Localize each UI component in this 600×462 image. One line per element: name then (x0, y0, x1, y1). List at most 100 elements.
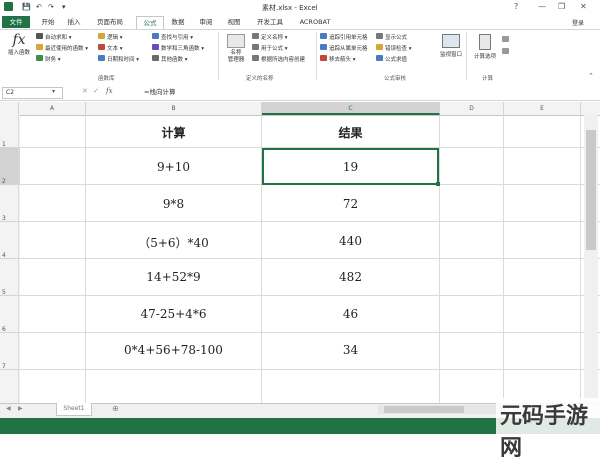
sign-in-link[interactable]: 登录 (572, 18, 584, 27)
column-header-d[interactable]: D (440, 102, 504, 115)
tab-file[interactable]: 文件 (2, 16, 30, 28)
gridline (439, 115, 440, 403)
cell-b7[interactable]: 0*4+56+78-100 (86, 343, 261, 357)
lookup-button[interactable]: 查找与引用 ▾ (161, 33, 193, 41)
quick-access-icon[interactable]: ▾ (62, 3, 66, 11)
row-header-8[interactable] (0, 370, 20, 404)
tab-data[interactable]: 数据 (166, 16, 190, 28)
column-header-b[interactable]: B (86, 102, 262, 115)
logical-button[interactable]: 逻辑 ▾ (107, 33, 123, 41)
name-manager-icon (227, 34, 245, 48)
remove-arrows-button[interactable]: 移去箭头 ▾ (329, 55, 356, 63)
select-all-button[interactable] (0, 102, 19, 115)
sheet-tab-sheet1[interactable]: Sheet1 (56, 403, 92, 416)
minimize-button[interactable]: — (538, 2, 546, 11)
cell-c3[interactable]: 72 (262, 197, 439, 211)
row-header-3[interactable]: 3 (0, 185, 20, 222)
function-icon: fx (12, 32, 26, 48)
insert-function-label: 插入函数 (7, 50, 30, 56)
tab-review[interactable]: 审阅 (194, 16, 218, 28)
row-header-7[interactable]: 7 (0, 333, 20, 370)
error-checking-button[interactable]: 错误检查 ▾ (385, 44, 412, 52)
calc-now-icon[interactable] (502, 36, 509, 42)
remove-arrows-icon (320, 55, 327, 61)
calc-options-button[interactable]: 计算选项 (470, 32, 500, 72)
next-sheet-icon[interactable]: ▶ (18, 405, 23, 412)
show-formulas-button[interactable]: 显示公式 (385, 33, 407, 41)
save-icon[interactable]: 💾 (22, 3, 31, 11)
window-title: 素材.xlsx - Excel (262, 4, 318, 12)
cell-c6[interactable]: 46 (262, 307, 439, 321)
help-icon[interactable]: ? (514, 2, 518, 11)
row-header-2[interactable]: 2 (0, 148, 20, 185)
calc-sheet-icon[interactable] (502, 48, 509, 54)
cell-c5[interactable]: 482 (262, 270, 439, 284)
enter-icon[interactable]: ✓ (93, 87, 99, 95)
show-formulas-icon (376, 33, 383, 39)
cell-b6[interactable]: 47-25+4*6 (86, 307, 261, 321)
column-header-a[interactable]: A (19, 102, 86, 115)
create-from-selection-button[interactable]: 根据所选内容创建 (261, 55, 305, 63)
vertical-scrollbar-thumb[interactable] (586, 130, 596, 250)
name-manager-button[interactable]: 名称 管理器 (222, 32, 250, 72)
text-button[interactable]: 文本 ▾ (107, 44, 123, 52)
cell-c1[interactable]: 结果 (262, 124, 439, 141)
formula-input[interactable]: =栈向计算 (144, 87, 594, 97)
row-header-5[interactable]: 5 (0, 259, 20, 296)
financial-icon (36, 55, 43, 61)
trace-dependents-button[interactable]: 追踪从属单元格 (329, 44, 368, 52)
row-header-1[interactable]: 1 (0, 115, 20, 148)
prev-sheet-icon[interactable]: ◀ (6, 405, 11, 412)
use-in-formula-button[interactable]: 用于公式 ▾ (261, 44, 288, 52)
trace-precedents-button[interactable]: 追踪引用单元格 (329, 33, 368, 41)
more-functions-icon (152, 55, 159, 61)
date-time-button[interactable]: 日期和时间 ▾ (107, 55, 139, 63)
watch-window-button[interactable]: 监视窗口 (434, 32, 468, 72)
collapse-ribbon-icon[interactable]: ⌃ (588, 72, 594, 80)
redo-icon[interactable]: ↷ (48, 3, 54, 11)
column-header-c[interactable]: C (262, 102, 440, 115)
close-button[interactable]: ✕ (580, 2, 587, 11)
trace-dependents-icon (320, 44, 327, 50)
cell-b1[interactable]: 计算 (86, 124, 261, 141)
financial-button[interactable]: 财务 ▾ (45, 55, 61, 63)
cell-b4[interactable]: （5+6）*40 (86, 234, 261, 251)
tab-developer[interactable]: 开发工具 (252, 16, 288, 28)
tab-acrobat[interactable]: ACROBAT (294, 16, 336, 28)
tab-insert[interactable]: 插入 (62, 16, 86, 28)
tab-page-layout[interactable]: 页面布局 (90, 16, 130, 28)
define-name-button[interactable]: 定义名称 ▾ (261, 33, 288, 41)
gridline (580, 115, 581, 403)
cancel-icon[interactable]: ✕ (82, 87, 88, 95)
tab-home[interactable]: 开始 (36, 16, 60, 28)
trace-precedents-icon (320, 33, 327, 39)
cell-c7[interactable]: 34 (262, 343, 439, 357)
fill-handle[interactable] (436, 182, 440, 186)
row-header-4[interactable]: 4 (0, 222, 20, 259)
autosum-button[interactable]: 自动求和 ▾ (45, 33, 72, 41)
tab-formulas[interactable]: 公式 (136, 16, 164, 29)
tab-view[interactable]: 视图 (222, 16, 246, 28)
math-button[interactable]: 数学和三角函数 ▾ (161, 44, 204, 52)
cell-c4[interactable]: 440 (262, 234, 439, 248)
use-in-formula-icon (252, 44, 259, 50)
more-functions-button[interactable]: 其他函数 ▾ (161, 55, 188, 63)
recent-functions-button[interactable]: 最近使用的函数 ▾ (45, 44, 88, 52)
row-header-6[interactable]: 6 (0, 296, 20, 333)
horizontal-scrollbar-thumb[interactable] (384, 406, 464, 413)
cell-b2[interactable]: 9+10 (86, 160, 261, 174)
insert-function-button[interactable]: fx 插入函数 (4, 32, 34, 72)
gridline (18, 332, 600, 333)
column-header-e[interactable]: E (504, 102, 581, 115)
restore-button[interactable]: ❐ (558, 2, 565, 11)
cell-b3[interactable]: 9*8 (86, 197, 261, 211)
fx-icon[interactable]: fx (106, 87, 113, 95)
evaluate-formula-button[interactable]: 公式求值 (385, 55, 407, 63)
undo-icon[interactable]: ↶ (36, 3, 42, 11)
name-box-dropdown-icon[interactable]: ▾ (52, 88, 55, 95)
name-manager-label: 名称 管理器 (227, 50, 245, 63)
add-sheet-button[interactable]: ⊕ (112, 404, 119, 413)
watch-window-icon (442, 34, 460, 48)
ribbon-separator (316, 32, 317, 80)
cell-b5[interactable]: 14+52*9 (86, 270, 261, 284)
